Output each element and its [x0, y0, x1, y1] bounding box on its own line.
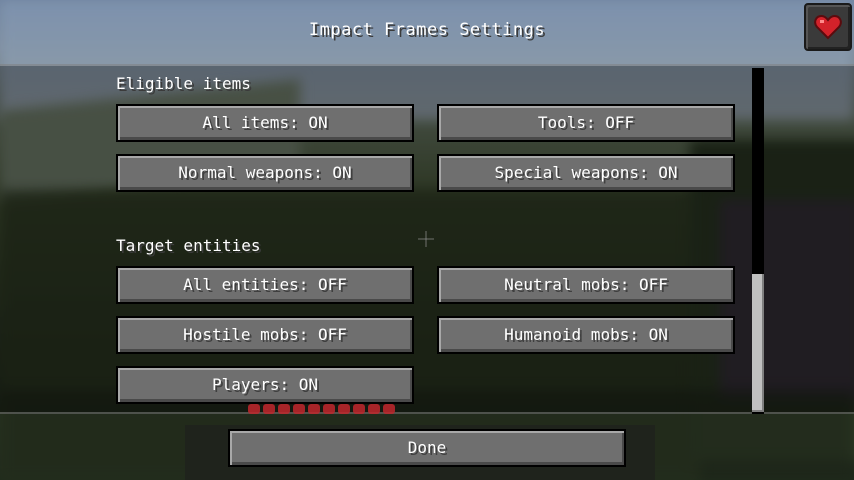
- scrollbar-thumb[interactable]: [752, 274, 764, 412]
- section-label-eligible-items: Eligible items: [116, 74, 251, 93]
- hud-heart-icon: [368, 404, 380, 414]
- humanoid-mobs-toggle[interactable]: Humanoid mobs: ON: [437, 316, 735, 354]
- hud-heart-icon: [308, 404, 320, 414]
- hud-heart-icon: [248, 404, 260, 414]
- all-items-toggle[interactable]: All items: ON: [116, 104, 414, 142]
- players-toggle[interactable]: Players: ON: [116, 366, 414, 404]
- tools-toggle[interactable]: Tools: OFF: [437, 104, 735, 142]
- hud-heart-icon: [353, 404, 365, 414]
- hostile-mobs-toggle[interactable]: Hostile mobs: OFF: [116, 316, 414, 354]
- hud-heart-icon: [278, 404, 290, 414]
- hud-heart-icon: [338, 404, 350, 414]
- special-weapons-toggle[interactable]: Special weapons: ON: [437, 154, 735, 192]
- normal-weapons-toggle[interactable]: Normal weapons: ON: [116, 154, 414, 192]
- done-button[interactable]: Done: [228, 429, 626, 467]
- heart-icon: [814, 14, 842, 40]
- hud-heart-icon: [323, 404, 335, 414]
- hud-heart-icon: [293, 404, 305, 414]
- header-bar: Impact Frames Settings: [0, 0, 854, 64]
- game-screen: Impact Frames Settings Eligible items Al…: [0, 0, 854, 480]
- hud-heart-icon: [383, 404, 395, 414]
- hud-health-bar: [248, 404, 408, 414]
- page-title: Impact Frames Settings: [308, 20, 546, 40]
- all-entities-toggle[interactable]: All entities: OFF: [116, 266, 414, 304]
- hud-heart-icon: [263, 404, 275, 414]
- section-label-target-entities: Target entities: [116, 236, 261, 255]
- neutral-mobs-toggle[interactable]: Neutral mobs: OFF: [437, 266, 735, 304]
- heart-button[interactable]: [804, 3, 852, 51]
- settings-list[interactable]: Eligible items All items: ON Tools: OFF …: [0, 64, 854, 414]
